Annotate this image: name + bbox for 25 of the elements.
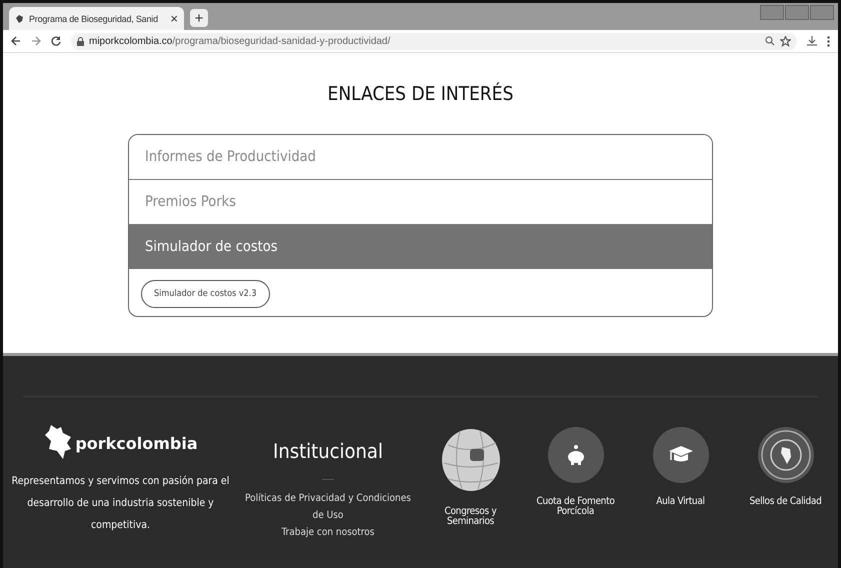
shortcut-label[interactable]: Congresos y Seminarios <box>423 507 518 527</box>
lock-icon <box>77 36 84 46</box>
close-tab-button[interactable]: × <box>170 11 178 26</box>
shortcut-label[interactable]: Aula Virtual <box>656 497 705 507</box>
section-title: ENLACES DE INTERÉS <box>328 83 514 105</box>
new-tab-button[interactable]: + <box>190 9 208 27</box>
logo-text: porkcolombia <box>75 434 198 452</box>
reload-icon[interactable] <box>51 36 61 46</box>
menu-icon[interactable] <box>827 36 830 46</box>
browser-tab[interactable]: Programa de Bioseguridad, Sanid × <box>9 7 184 30</box>
back-icon[interactable] <box>11 36 21 46</box>
forward-icon[interactable] <box>31 36 41 46</box>
zoom-icon[interactable] <box>765 36 775 46</box>
about-text: Representamos y servimos con pasión para el desarrollo de una industria sostenible y competitiva. <box>10 474 230 533</box>
accordion-header[interactable]: Simulador de costos <box>129 225 712 269</box>
footer-link[interactable]: Políticas de Privacidad y Condiciones de Uso <box>238 490 418 524</box>
star-icon[interactable] <box>780 36 791 46</box>
shortcut-label[interactable]: Sellos de Calidad <box>749 497 822 507</box>
address-bar[interactable]: miporkcolombia.co/programa/bioseguridad-sanidad-y-productividad/ <box>71 32 797 50</box>
footer-heading: Institucional <box>273 439 383 463</box>
download-icon[interactable] <box>807 36 817 46</box>
simulator-button[interactable]: Simulador de costos v2.3 <box>141 280 270 308</box>
shortcut-label[interactable]: Cuota de Fomento Porcícola <box>528 497 623 517</box>
footer-link[interactable]: Trabaje con nosotros <box>282 524 374 541</box>
globe-icon[interactable] <box>440 427 502 493</box>
